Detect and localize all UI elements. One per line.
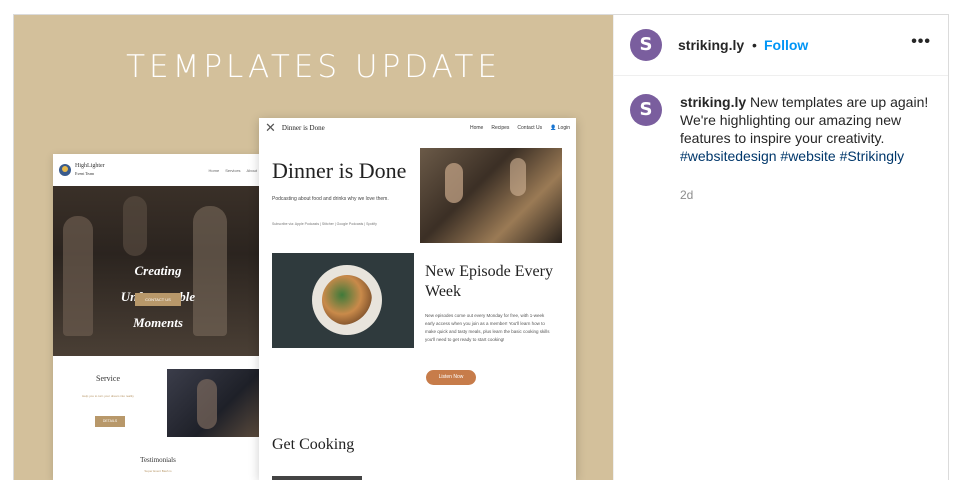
mockup-nav: ✕ Dinner is Done Home Recipes Contact Us…: [259, 118, 576, 138]
party-photo: [167, 369, 259, 437]
hero-line: Moments: [133, 315, 183, 330]
hashtag-link[interactable]: #Strikingly: [840, 148, 905, 164]
post-sidebar: S striking.ly • Follow ••• S striking.ly…: [613, 15, 948, 480]
mockup-brand: Dinner is Done: [281, 124, 325, 132]
brand-line-1: HighLighter: [75, 163, 105, 169]
get-cooking-title: Get Cooking: [272, 436, 355, 453]
post-timestamp[interactable]: 2d: [680, 188, 693, 202]
post-image[interactable]: TEMPLATES UPDATE HighLighter Event Team …: [14, 15, 613, 480]
caption-avatar[interactable]: S: [630, 94, 662, 126]
avatar[interactable]: S: [630, 29, 662, 61]
hashtag-link[interactable]: #website: [780, 148, 835, 164]
post-card: TEMPLATES UPDATE HighLighter Event Team …: [13, 14, 949, 480]
nav-link: Recipes: [491, 125, 510, 131]
mockup-nav: HighLighter Event Team Home Services Abo…: [53, 154, 263, 186]
caption-username-link[interactable]: striking.ly: [680, 94, 746, 110]
food-bowl-photo: [272, 253, 414, 348]
subscribe-links: Subscribe via: Apple Podcasts | Stitcher…: [272, 222, 377, 226]
follow-button[interactable]: Follow: [764, 37, 808, 53]
cooking-photo-strip: [272, 476, 362, 480]
testimonials-subtitle: Super Event Bash is: [144, 469, 172, 473]
utensils-icon: ✕: [265, 120, 276, 135]
username-link[interactable]: striking.ly: [678, 37, 744, 53]
nav-login: 👤 Login: [550, 125, 570, 131]
more-options-icon[interactable]: •••: [911, 33, 931, 51]
service-subtitle: Help you to turn your dream into reality: [82, 394, 134, 398]
episode-title: New Episode Every Week: [425, 263, 553, 300]
separator-dot: •: [752, 37, 757, 53]
contact-us-button: CONTACT US: [135, 293, 181, 306]
service-title: Service: [96, 374, 120, 383]
nav-link: Contact Us: [517, 125, 543, 131]
image-title: TEMPLATES UPDATE: [126, 49, 501, 85]
nav-link: About: [246, 167, 257, 173]
podcast-headline: Dinner is Done: [272, 158, 407, 183]
user-icon: 👤: [550, 125, 557, 131]
mockup-brand: HighLighter Event Team: [75, 163, 105, 177]
login-label: Login: [557, 125, 570, 131]
nav-link: Home: [469, 125, 484, 131]
dinner-photo: [420, 148, 562, 243]
event-logo-icon: [59, 164, 71, 176]
hashtag-link[interactable]: #websitedesign: [680, 148, 777, 164]
nav-link: Services: [225, 167, 241, 173]
hero-line: Creating: [134, 263, 182, 278]
listen-now-button: Listen Now: [426, 370, 476, 385]
event-template-mockup: HighLighter Event Team Home Services Abo…: [53, 154, 263, 480]
podcast-template-mockup: ✕ Dinner is Done Home Recipes Contact Us…: [259, 118, 576, 480]
mockup-nav-links: Home Recipes Contact Us 👤 Login: [470, 125, 570, 131]
mockup-nav-links: Home Services About: [209, 168, 257, 173]
brand-line-2: Event Team: [75, 171, 95, 176]
nav-link: Home: [208, 167, 220, 173]
event-hero-photo: Creating Unforgettable Moments: [53, 186, 263, 356]
post-caption: striking.ly New templates are up again! …: [680, 93, 930, 165]
testimonials-title: Testimonials: [140, 456, 176, 464]
details-button: DETAILS: [95, 416, 125, 427]
podcast-tagline: Podcasting about food and drinks why we …: [272, 196, 389, 202]
episode-text: New episodes come out every Monday for f…: [425, 313, 550, 342]
post-header: S striking.ly • Follow •••: [614, 15, 948, 76]
